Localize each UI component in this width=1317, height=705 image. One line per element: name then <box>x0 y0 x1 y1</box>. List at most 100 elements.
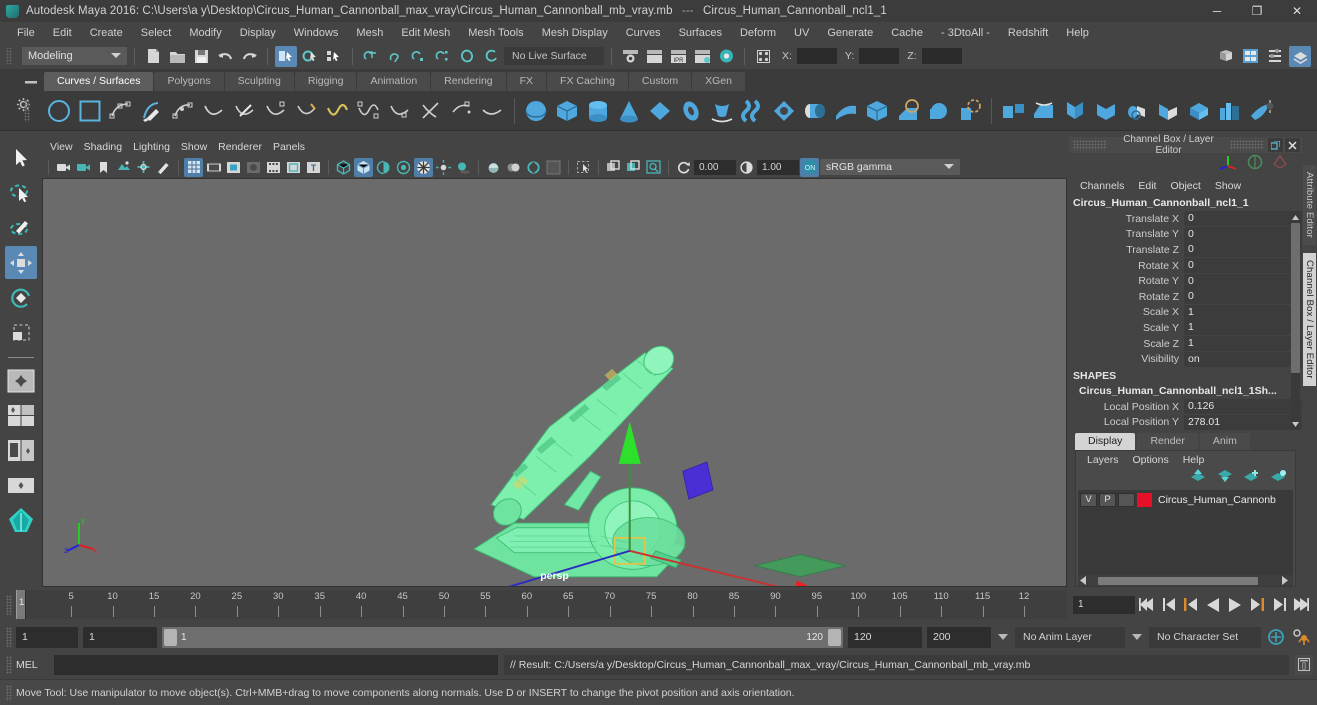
channel-attribute-value[interactable]: 0 <box>1184 226 1302 242</box>
birail-icon[interactable] <box>831 95 861 127</box>
shaded-wireframe-icon[interactable] <box>414 157 433 177</box>
nurbs-sphere-icon[interactable] <box>521 95 551 127</box>
isolate-select-icon[interactable] <box>574 158 593 177</box>
channel-box-row[interactable]: Rotate Y 0 <box>1069 273 1302 289</box>
channel-box-row[interactable]: Rotate X 0 <box>1069 258 1302 274</box>
new-layer-from-selected-icon[interactable] <box>1270 469 1287 487</box>
undock-icon[interactable] <box>1268 138 1283 152</box>
boundary-icon[interactable] <box>862 95 892 127</box>
character-set-chevron-down-icon[interactable] <box>1130 627 1144 647</box>
menu-windows[interactable]: Windows <box>285 25 348 41</box>
move-layer-up-icon[interactable] <box>1189 469 1206 487</box>
layer-visibility-toggle[interactable]: V <box>1080 492 1097 507</box>
layer-row[interactable]: V P Circus_Human_Cannonb <box>1078 490 1293 507</box>
curve-extend-icon[interactable] <box>478 95 508 127</box>
channel-attribute-value[interactable]: 0 <box>1184 273 1302 289</box>
safe-action-icon[interactable] <box>284 158 303 177</box>
command-language-label[interactable]: MEL <box>16 659 48 671</box>
menu-set-selector[interactable]: Modeling <box>22 47 127 65</box>
shelf-tab-rendering[interactable]: Rendering <box>431 72 506 91</box>
bevel-plus-icon[interactable] <box>955 95 985 127</box>
shelf-tab-fx[interactable]: FX <box>506 72 547 91</box>
surface-fillet-icon[interactable] <box>1091 95 1121 127</box>
persp-graph-editor-layout-icon[interactable] <box>5 469 37 502</box>
layer-horizontal-scrollbar[interactable] <box>1078 575 1293 586</box>
rotate-tool-icon[interactable] <box>5 281 37 314</box>
nurbs-cone-icon[interactable] <box>614 95 644 127</box>
maximize-icon[interactable]: ❐ <box>1237 0 1277 22</box>
select-by-object-type-icon[interactable] <box>299 46 321 67</box>
menu-modify[interactable]: Modify <box>180 25 230 41</box>
bezier-curve-tool-icon[interactable] <box>199 95 229 127</box>
snap-to-projected-center-icon[interactable] <box>432 46 454 67</box>
animation-start-time-field[interactable]: 1 <box>16 626 78 648</box>
exposure-icon[interactable] <box>674 158 693 177</box>
scroll-up-icon[interactable] <box>1291 211 1300 223</box>
xray-icon[interactable] <box>484 158 503 177</box>
viewport-zoom-icon[interactable] <box>644 158 663 177</box>
menu-help[interactable]: Help <box>1057 25 1098 41</box>
film-gate-icon[interactable] <box>204 158 223 177</box>
coord-z-field[interactable] <box>921 48 962 64</box>
select-camera-icon[interactable] <box>54 158 73 177</box>
nav-icon[interactable] <box>1272 154 1288 175</box>
channel-attribute-value[interactable]: 1 <box>1184 304 1302 320</box>
shelf-tab-curves-surfaces[interactable]: Curves / Surfaces <box>44 72 154 91</box>
shelf-tab-sculpting[interactable]: Sculpting <box>224 72 294 91</box>
nurbs-torus-icon[interactable] <box>676 95 706 127</box>
layer-name[interactable]: Circus_Human_Cannonb <box>1154 494 1276 506</box>
script-editor-icon[interactable]: [] <box>1295 654 1313 675</box>
four-view-layout-icon[interactable] <box>5 399 37 432</box>
character-set-selector[interactable]: No Character Set <box>1149 626 1261 648</box>
show-hide-attribute-editor-icon[interactable] <box>1239 46 1261 67</box>
duplicate-view-icon[interactable] <box>604 158 623 177</box>
curve-cv-hardness-icon[interactable] <box>447 95 477 127</box>
range-end-handle[interactable] <box>828 628 841 646</box>
nurbs-cube-icon[interactable] <box>552 95 582 127</box>
channel-box-row[interactable]: Visibility on <box>1069 351 1302 367</box>
curve-cut-icon[interactable] <box>261 95 291 127</box>
status-line-grip[interactable] <box>6 47 12 65</box>
time-slider[interactable]: 1 5 10 15 20 25 30 35 40 45 50 55 60 65 70 75 80 85 90 95 1… <box>16 590 1067 619</box>
current-frame-field[interactable]: 1 <box>1073 595 1135 614</box>
menu-mesh-display[interactable]: Mesh Display <box>533 25 617 41</box>
nurbs-square-icon[interactable] <box>75 95 105 127</box>
show-hide-modeling-toolkit-icon[interactable] <box>1214 46 1236 67</box>
curve-offset-icon[interactable] <box>385 95 415 127</box>
channel-attribute-value[interactable]: 0 <box>1184 242 1302 258</box>
safe-title-icon[interactable]: T <box>304 158 323 177</box>
shelf-tab-animation[interactable]: Animation <box>357 72 431 91</box>
channel-box-row[interactable]: Translate Z 0 <box>1069 242 1302 258</box>
curve-rebuild-icon[interactable] <box>416 95 446 127</box>
planar-icon[interactable] <box>769 95 799 127</box>
channel-box-menu-show[interactable]: Show <box>1208 180 1248 192</box>
snap-to-grid-icon[interactable] <box>360 46 382 67</box>
ep-curve-tool-icon[interactable] <box>168 95 198 127</box>
menu-curves[interactable]: Curves <box>617 25 670 41</box>
nurbs-cylinder-icon[interactable] <box>583 95 613 127</box>
channel-box-row[interactable]: Scale Z 1 <box>1069 336 1302 352</box>
smooth-shade-all-icon[interactable] <box>354 157 373 177</box>
time-slider-grip[interactable] <box>6 595 12 615</box>
menu-select[interactable]: Select <box>132 25 181 41</box>
pencil-curve-tool-icon[interactable] <box>137 95 167 127</box>
shelf-tab-polygons[interactable]: Polygons <box>154 72 224 91</box>
step-back-keyframe-icon[interactable] <box>1159 594 1179 616</box>
circular-fillet-icon[interactable] <box>1122 95 1152 127</box>
last-tool-icon[interactable] <box>5 364 37 397</box>
layer-list[interactable]: V P Circus_Human_Cannonb <box>1078 490 1293 586</box>
scale-tool-icon[interactable] <box>5 316 37 349</box>
two-d-pan-zoom-icon[interactable] <box>134 158 153 177</box>
channel-attribute-value[interactable]: 278.01 <box>1184 414 1302 430</box>
channel-box-menu-channels[interactable]: Channels <box>1073 180 1131 192</box>
paint-select-tool-icon[interactable] <box>5 211 37 244</box>
move-layer-down-icon[interactable] <box>1216 469 1233 487</box>
shadows-icon[interactable] <box>454 158 473 177</box>
nurbs-plane-icon[interactable] <box>645 95 675 127</box>
channel-attribute-value[interactable]: 1 <box>1184 320 1302 336</box>
image-plane-icon[interactable] <box>114 158 133 177</box>
xray-active-components-icon[interactable] <box>524 158 543 177</box>
lighting-icon[interactable] <box>434 158 453 177</box>
scrollbar-thumb[interactable] <box>1098 576 1258 585</box>
color-management-selector[interactable]: sRGB gamma <box>820 159 960 175</box>
